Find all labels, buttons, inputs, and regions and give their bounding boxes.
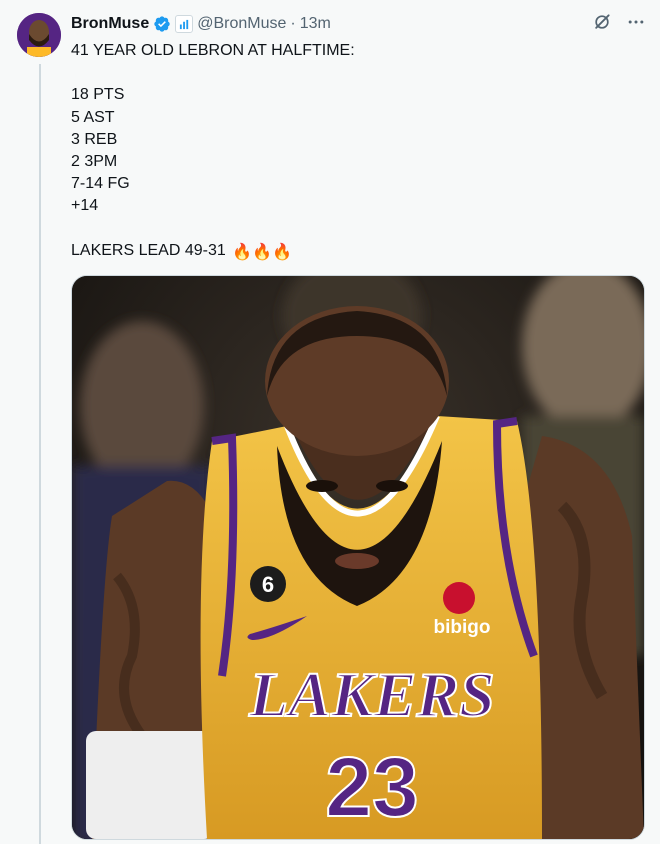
tweet-actions-top	[592, 12, 646, 32]
tweet-line-plus-minus: +14	[71, 197, 99, 215]
tweet-line-assists: 5 AST	[71, 108, 115, 126]
tweet-line-threes: 2 3PM	[71, 152, 118, 170]
grok-icon[interactable]	[592, 12, 612, 32]
timestamp[interactable]: 13m	[300, 15, 331, 33]
tweet-line-rebounds: 3 REB	[71, 130, 118, 148]
display-name[interactable]: BronMuse	[71, 15, 149, 33]
jersey-team-name: LAKERS	[248, 659, 494, 730]
affiliate-badge-icon[interactable]	[175, 15, 194, 33]
jersey-number: 23	[325, 740, 418, 834]
jersey-sponsor: bibigo	[434, 617, 491, 638]
separator-dot: ·	[290, 15, 296, 32]
avatar[interactable]	[17, 13, 61, 57]
thread-connector-line	[39, 64, 41, 844]
tweet-line-field-goals: 7-14 FG	[71, 175, 130, 193]
tweet-photo[interactable]: 6 bibigo LAKERS 23	[71, 275, 645, 840]
tweet-line-score: LAKERS LEAD 49-31 🔥🔥🔥	[71, 240, 631, 262]
score-text: LAKERS LEAD 49-31	[71, 241, 226, 259]
tweet-header: BronMuse @BronMuse · 13m	[71, 12, 331, 36]
more-icon[interactable]	[626, 12, 646, 32]
verified-badge-icon	[153, 15, 171, 33]
tweet-line-points: 18 PTS	[71, 86, 125, 104]
fire-emoji: 🔥🔥🔥	[232, 243, 292, 261]
tweet-text: 41 YEAR OLD LEBRON AT HALFTIME: 18 PTS 5…	[71, 40, 631, 262]
jersey-patch-number: 6	[262, 572, 274, 597]
user-handle[interactable]: @BronMuse	[197, 15, 286, 33]
tweet-line-headline: 41 YEAR OLD LEBRON AT HALFTIME:	[71, 42, 355, 59]
